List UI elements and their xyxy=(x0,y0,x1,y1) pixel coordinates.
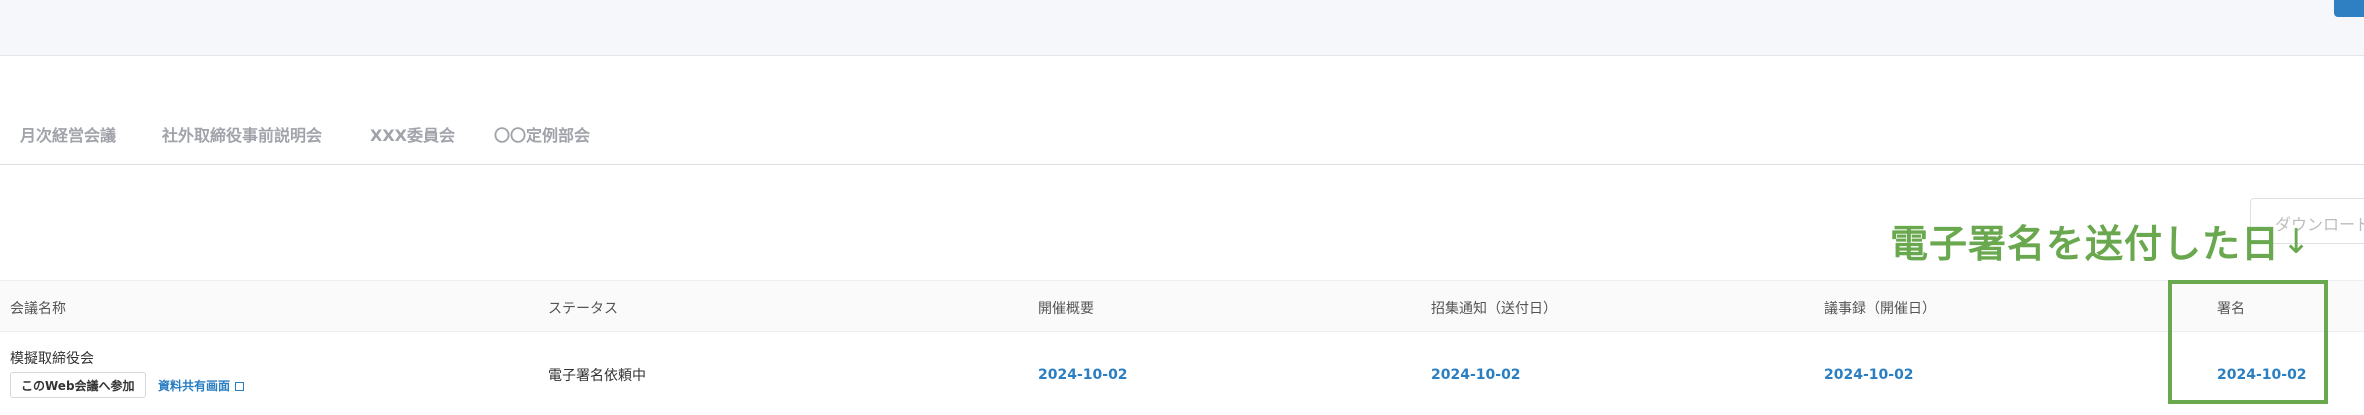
header-notice: 招集通知（送付日） xyxy=(1431,301,1557,317)
header-minutes: 議事録（開催日） xyxy=(1824,301,1936,317)
tab-monthly-management[interactable]: 月次経営会議 xyxy=(20,122,116,146)
document-share-link[interactable]: 資料共有画面 xyxy=(158,377,245,394)
join-web-meeting-button[interactable]: このWeb会議へ参加 xyxy=(10,372,146,398)
table-row: 模擬取締役会 このWeb会議へ参加 資料共有画面 電子署名依頼中 2024-10… xyxy=(0,332,2364,415)
overview-date-link[interactable]: 2024-10-02 xyxy=(1038,367,1128,383)
meeting-type-tabs: 月次経営会議 社外取締役事前説明会 XXX委員会 〇〇定例部会 xyxy=(0,110,2364,165)
external-link-icon xyxy=(235,382,245,391)
status-text: 電子署名依頼中 xyxy=(548,368,646,384)
table-header: 会議名称 ステータス 開催概要 招集通知（送付日） 議事録（開催日） 署名 xyxy=(0,280,2364,332)
document-share-label: 資料共有画面 xyxy=(158,379,231,393)
top-bar xyxy=(0,0,2364,56)
annotation-label: 電子署名を送付した日 xyxy=(1890,222,2281,266)
tab-regular-department-meeting[interactable]: 〇〇定例部会 xyxy=(494,122,590,146)
minutes-date-link[interactable]: 2024-10-02 xyxy=(1824,367,1914,383)
annotation-arrow-icon: ↓ xyxy=(2282,222,2311,262)
tab-xxx-committee[interactable]: XXX委員会 xyxy=(370,122,455,146)
meeting-name: 模擬取締役会 xyxy=(10,351,94,367)
header-meeting-name: 会議名称 xyxy=(10,301,66,317)
header-overview: 開催概要 xyxy=(1038,301,1094,317)
tab-outside-director-briefing[interactable]: 社外取締役事前説明会 xyxy=(162,122,322,146)
notice-date-link[interactable]: 2024-10-02 xyxy=(1431,367,1521,383)
header-status: ステータス xyxy=(548,301,618,317)
top-action-button[interactable] xyxy=(2334,0,2364,17)
signature-column-highlight xyxy=(2168,280,2328,404)
